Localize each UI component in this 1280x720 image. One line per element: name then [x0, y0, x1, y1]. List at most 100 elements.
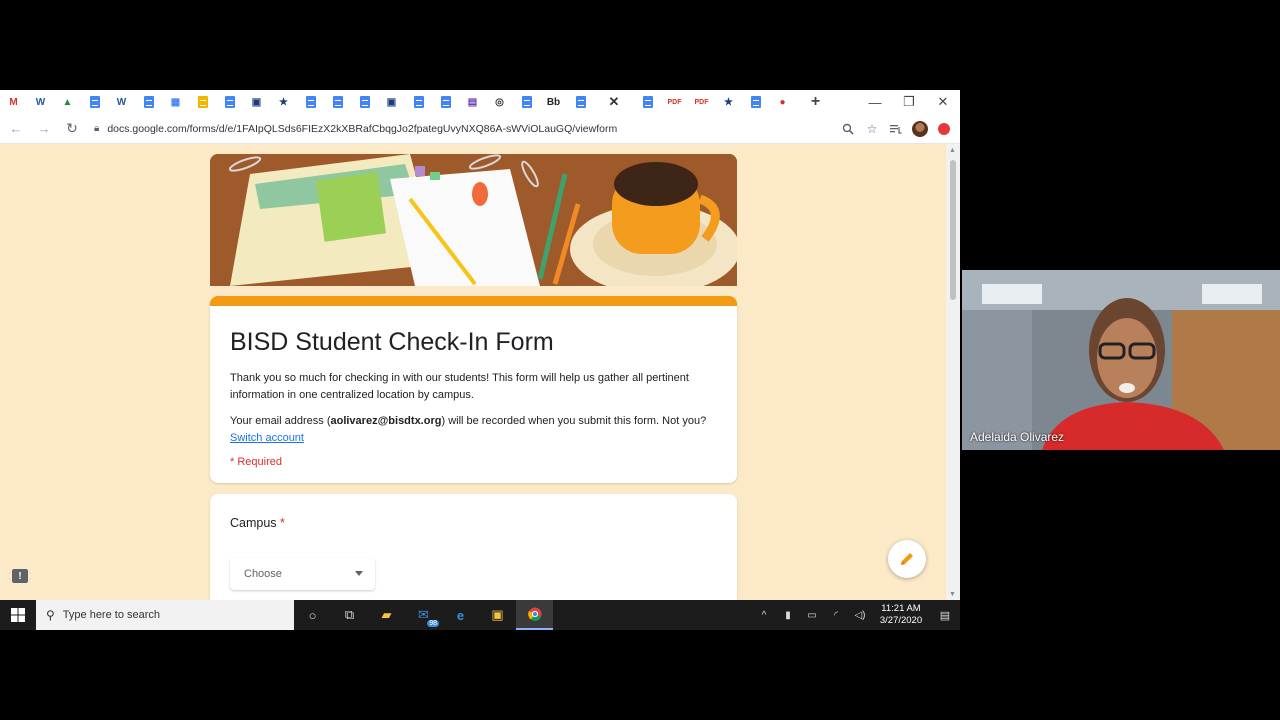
browser-tab-chrome-icon[interactable]: ◎: [486, 90, 513, 114]
pdf-icon: PDF: [667, 98, 682, 106]
question-title: Campus: [230, 516, 277, 530]
email-notice: Your email address (aolivarez@bisdtx.org…: [230, 413, 720, 447]
browser-tab-forms-icon[interactable]: ▤: [459, 90, 486, 114]
browser-tab-docs-icon[interactable]: [216, 90, 243, 114]
email-notice-suffix: ) will be recorded when you submit this …: [441, 415, 707, 427]
docs-icon: [332, 96, 343, 108]
address-bar[interactable]: 🔒︎ docs.google.com/forms/d/e/1FAIpQLSds6…: [94, 117, 834, 141]
question-card-campus: Campus * Choose: [210, 494, 737, 600]
cortana-icon[interactable]: ○: [294, 600, 331, 630]
browser-tab-gmail-icon[interactable]: M: [0, 90, 27, 114]
browser-tab-docs-icon[interactable]: [405, 90, 432, 114]
back-button[interactable]: ←: [4, 117, 28, 141]
campus-dropdown[interactable]: Choose: [230, 558, 375, 590]
reload-button[interactable]: ↻: [60, 117, 84, 141]
microphone-icon[interactable]: ▮: [776, 600, 800, 630]
browser-tab-pdf-icon[interactable]: PDF: [688, 90, 715, 114]
forward-button[interactable]: →: [32, 117, 56, 141]
browser-tab-docs-icon[interactable]: [351, 90, 378, 114]
browser-tab-docs-icon[interactable]: [432, 90, 459, 114]
browser-tab-docs-icon[interactable]: [324, 90, 351, 114]
browser-tab-docs-icon[interactable]: [513, 90, 540, 114]
volume-icon[interactable]: ◁): [848, 600, 872, 630]
browser-tab-app-icon[interactable]: ▣: [243, 90, 270, 114]
screen: M W ▲ W ▦ ▣ ★ ▣ ▤ ◎ Bb ✕ PDF PDF ★ ● + — ❐ ✕ ← → ↻ 🔒︎…: [0, 0, 1280, 720]
browser-tab-docs-icon[interactable]: [135, 90, 162, 114]
minimize-button[interactable]: —: [858, 90, 892, 114]
mail-icon[interactable]: ✉ 98: [405, 600, 442, 630]
restore-button[interactable]: ❐: [892, 90, 926, 114]
search-icon: ⚲: [46, 608, 55, 622]
chrome-taskbar-icon[interactable]: [516, 600, 553, 630]
active-tab-close-icon[interactable]: ✕: [594, 90, 634, 114]
browser-tab-docs-icon[interactable]: [634, 90, 661, 114]
slides-icon: [197, 96, 208, 108]
store-icon[interactable]: ▣: [479, 600, 516, 630]
action-center-icon[interactable]: ▤: [930, 600, 960, 630]
clock-time: 11:21 AM: [881, 603, 921, 614]
task-view-icon[interactable]: ⧉: [331, 600, 368, 630]
chevron-up-icon[interactable]: ^: [752, 600, 776, 630]
docs-icon: [413, 96, 424, 108]
calendar-icon: ▦: [170, 96, 181, 108]
browser-tab-blackboard-icon[interactable]: Bb: [540, 90, 567, 114]
browser-tab-calendar-icon[interactable]: ▦: [162, 90, 189, 114]
profile-avatar[interactable]: [908, 117, 932, 141]
browser-tab-docs-icon[interactable]: [81, 90, 108, 114]
webcam-video-feed: Adelaida Olivarez: [962, 270, 1280, 450]
zoom-icon[interactable]: [836, 117, 860, 141]
system-tray: ^ ▮ ▭ ◜ ◁) 11:21 AM 3/27/2020 ▤: [752, 600, 960, 630]
clock-date: 3/27/2020: [879, 615, 923, 626]
page-scrollbar[interactable]: ▲ ▼: [946, 144, 960, 600]
blackboard-icon: Bb: [546, 96, 561, 108]
scroll-up-arrow-icon[interactable]: ▲: [949, 147, 956, 154]
browser-tab-pdf-icon[interactable]: PDF: [661, 90, 688, 114]
mail-badge: 98: [427, 620, 439, 627]
toolbar-actions: ☆: [836, 117, 956, 141]
app-icon: ▣: [251, 96, 262, 108]
chrome-icon: ◎: [495, 96, 504, 108]
browser-tab-bookmark-star-icon[interactable]: ★: [270, 90, 297, 114]
word-icon: W: [35, 96, 46, 108]
battery-icon[interactable]: ▭: [800, 600, 824, 630]
browser-tab-docs-icon[interactable]: [742, 90, 769, 114]
media-controls-icon[interactable]: [884, 117, 908, 141]
start-button[interactable]: [0, 600, 36, 630]
browser-tab-docs-icon[interactable]: [297, 90, 324, 114]
browser-tab-bookmark-star-icon[interactable]: ★: [715, 90, 742, 114]
bookmark-star-icon[interactable]: ☆: [860, 117, 884, 141]
search-placeholder: Type here to search: [62, 609, 161, 621]
taskbar-clock[interactable]: 11:21 AM 3/27/2020: [872, 603, 930, 627]
windows-taskbar: ⚲ Type here to search ○ ⧉ ▰ ✉ 98 e ▣ ^ ▮…: [0, 600, 960, 630]
new-tab-button[interactable]: +: [802, 90, 829, 114]
edit-pencil-button[interactable]: [888, 540, 926, 578]
browser-tab-word-icon[interactable]: W: [27, 90, 54, 114]
report-problem-icon[interactable]: !: [12, 569, 28, 583]
scroll-down-arrow-icon[interactable]: ▼: [949, 591, 956, 598]
gmail-icon: M: [9, 96, 18, 108]
close-window-button[interactable]: ✕: [926, 90, 960, 114]
tab-strip: M W ▲ W ▦ ▣ ★ ▣ ▤ ◎ Bb ✕ PDF PDF ★ ● + — ❐ ✕: [0, 90, 960, 114]
url-text: docs.google.com/forms/d/e/1FAIpQLSds6FIE…: [107, 122, 618, 135]
form-page: BISD Student Check-In Form Thank you so …: [0, 144, 946, 600]
dropdown-value: Choose: [244, 568, 282, 580]
taskbar-search-box[interactable]: ⚲ Type here to search: [36, 600, 294, 630]
browser-tab-record-icon[interactable]: ●: [769, 90, 796, 114]
browser-tab-app-icon[interactable]: ▣: [378, 90, 405, 114]
user-email: aolivarez@bisdtx.org: [330, 415, 442, 427]
browser-tab-word-icon[interactable]: W: [108, 90, 135, 114]
switch-account-link[interactable]: Switch account: [230, 432, 304, 444]
caret-down-icon: [355, 571, 363, 576]
browser-tab-slides-icon[interactable]: [189, 90, 216, 114]
scroll-thumb[interactable]: [950, 160, 956, 300]
extension-record-icon[interactable]: [932, 117, 956, 141]
file-explorer-icon[interactable]: ▰: [368, 600, 405, 630]
browser-tab-drive-icon[interactable]: ▲: [54, 90, 81, 114]
tabs-group-right: PDF PDF ★ ●: [634, 90, 796, 114]
edge-icon[interactable]: e: [442, 600, 479, 630]
docs-icon: [750, 96, 761, 108]
network-icon[interactable]: ◜: [824, 600, 848, 630]
question-label: Campus *: [230, 516, 285, 530]
browser-tab-docs-icon[interactable]: [567, 90, 594, 114]
docs-icon: [575, 96, 586, 108]
